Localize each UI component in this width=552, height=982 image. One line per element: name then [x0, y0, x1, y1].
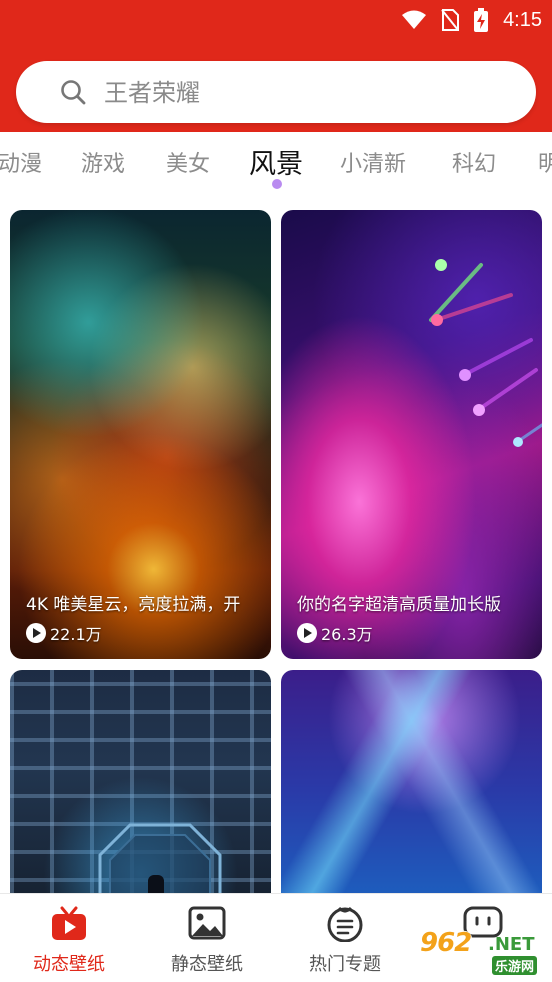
view-count: 26.3万 — [321, 625, 373, 644]
tv-play-icon — [52, 906, 86, 940]
nav-label: 动态壁纸 — [33, 954, 105, 975]
watermark-logo: 962 .NET 乐游网 — [414, 928, 550, 975]
nav-live-wallpaper[interactable]: 动态壁纸 — [0, 894, 138, 982]
watermark-sub: 乐游网 — [492, 956, 538, 975]
door-decoration — [98, 823, 222, 910]
search-input[interactable] — [102, 73, 526, 113]
wifi-icon — [402, 10, 427, 29]
search-bar[interactable] — [16, 61, 536, 123]
card-title: 你的名字超清高质量加长版 — [297, 595, 501, 615]
wallpaper-card[interactable] — [10, 670, 271, 910]
tab-star[interactable]: 明 — [538, 146, 552, 178]
nav-label: 静态壁纸 — [171, 954, 243, 975]
status-bar: 4:15 — [401, 6, 542, 34]
wallpaper-card[interactable]: 你的名字超清高质量加长版 26.3万 — [281, 210, 542, 659]
tab-scifi[interactable]: 科幻 — [452, 146, 496, 178]
nav-label: 热门专题 — [309, 954, 381, 975]
search-icon — [61, 80, 86, 105]
active-tab-indicator — [272, 179, 282, 189]
tab-beauty[interactable]: 美女 — [166, 146, 210, 178]
tab-fresh[interactable]: 小清新 — [340, 146, 406, 178]
view-count: 22.1万 — [50, 625, 102, 644]
app-header: 4:15 — [0, 0, 552, 132]
tab-anime[interactable]: 动漫 — [0, 146, 42, 178]
play-icon — [297, 623, 317, 643]
no-sim-icon — [441, 9, 460, 31]
wallpaper-card[interactable]: 4K 唯美星云，亮度拉满，开 22.1万 — [10, 210, 271, 659]
play-icon — [26, 623, 46, 643]
nav-hot-topics[interactable]: 热门专题 — [276, 894, 414, 982]
card-title: 4K 唯美星云，亮度拉满，开 — [26, 595, 241, 615]
card-views: 26.3万 — [297, 621, 373, 645]
status-time: 4:15 — [503, 8, 542, 31]
category-tabs: 动漫 游戏 美女 风景 小清新 科幻 明 — [0, 132, 552, 200]
watermark-brand: 962 — [420, 928, 472, 958]
nav-static-wallpaper[interactable]: 静态壁纸 — [138, 894, 276, 982]
card-views: 22.1万 — [26, 621, 102, 645]
tab-games[interactable]: 游戏 — [81, 146, 125, 178]
image-icon — [188, 906, 226, 940]
list-smile-icon — [327, 906, 363, 942]
battery-charging-icon — [474, 8, 489, 32]
wallpaper-card[interactable] — [281, 670, 542, 910]
watermark-suffix: .NET — [488, 934, 535, 955]
tab-scenery[interactable]: 风景 — [249, 142, 303, 181]
